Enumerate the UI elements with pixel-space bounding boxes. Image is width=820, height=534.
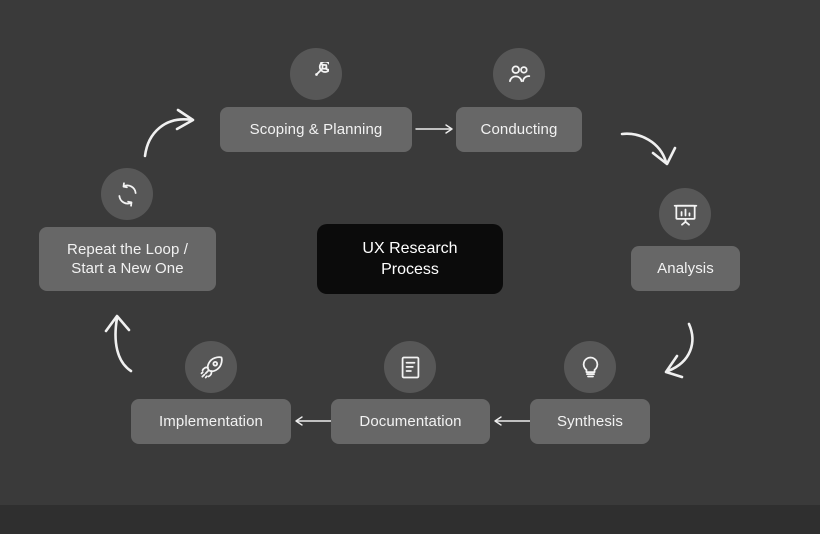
step-label-documentation: Documentation — [359, 412, 462, 430]
connector-analysis-to-synthesis — [655, 322, 705, 380]
step-label-analysis: Analysis — [657, 259, 714, 277]
step-label-repeat-loop: Repeat the Loop / Start a New One — [67, 240, 188, 277]
step-node-analysis[interactable]: Analysis — [631, 246, 740, 291]
center-title-card: UX Research Process — [317, 224, 503, 294]
presentation-chart-icon — [659, 188, 711, 240]
step-label-implementation: Implementation — [159, 412, 263, 430]
connector-implementation-to-repeat — [103, 312, 149, 374]
step-node-implementation[interactable]: Implementation — [131, 399, 291, 444]
refresh-loop-icon — [101, 168, 153, 220]
diagram-title: UX Research Process — [362, 239, 458, 278]
connector-documentation-to-implementation — [292, 414, 334, 428]
step-node-repeat-loop[interactable]: Repeat the Loop / Start a New One — [39, 227, 216, 291]
diagram-stage: Scoping & Planning Conducting Analysis S… — [0, 0, 820, 534]
document-text-icon — [384, 341, 436, 393]
users-icon — [493, 48, 545, 100]
step-node-conducting[interactable]: Conducting — [456, 107, 582, 152]
connector-scoping-to-conducting — [414, 122, 456, 136]
step-label-synthesis: Synthesis — [557, 412, 623, 430]
rocket-icon — [185, 341, 237, 393]
target-arrow-icon — [290, 48, 342, 100]
step-label-scoping-planning: Scoping & Planning — [249, 120, 383, 138]
step-node-synthesis[interactable]: Synthesis — [530, 399, 650, 444]
connector-repeat-to-scoping — [140, 104, 200, 158]
diagram-canvas: Scoping & Planning Conducting Analysis S… — [0, 0, 820, 505]
connector-conducting-to-analysis — [620, 126, 682, 172]
lightbulb-icon — [564, 341, 616, 393]
step-node-scoping-planning[interactable]: Scoping & Planning — [220, 107, 412, 152]
step-label-conducting: Conducting — [480, 120, 558, 138]
step-node-documentation[interactable]: Documentation — [331, 399, 490, 444]
connector-synthesis-to-documentation — [491, 414, 533, 428]
